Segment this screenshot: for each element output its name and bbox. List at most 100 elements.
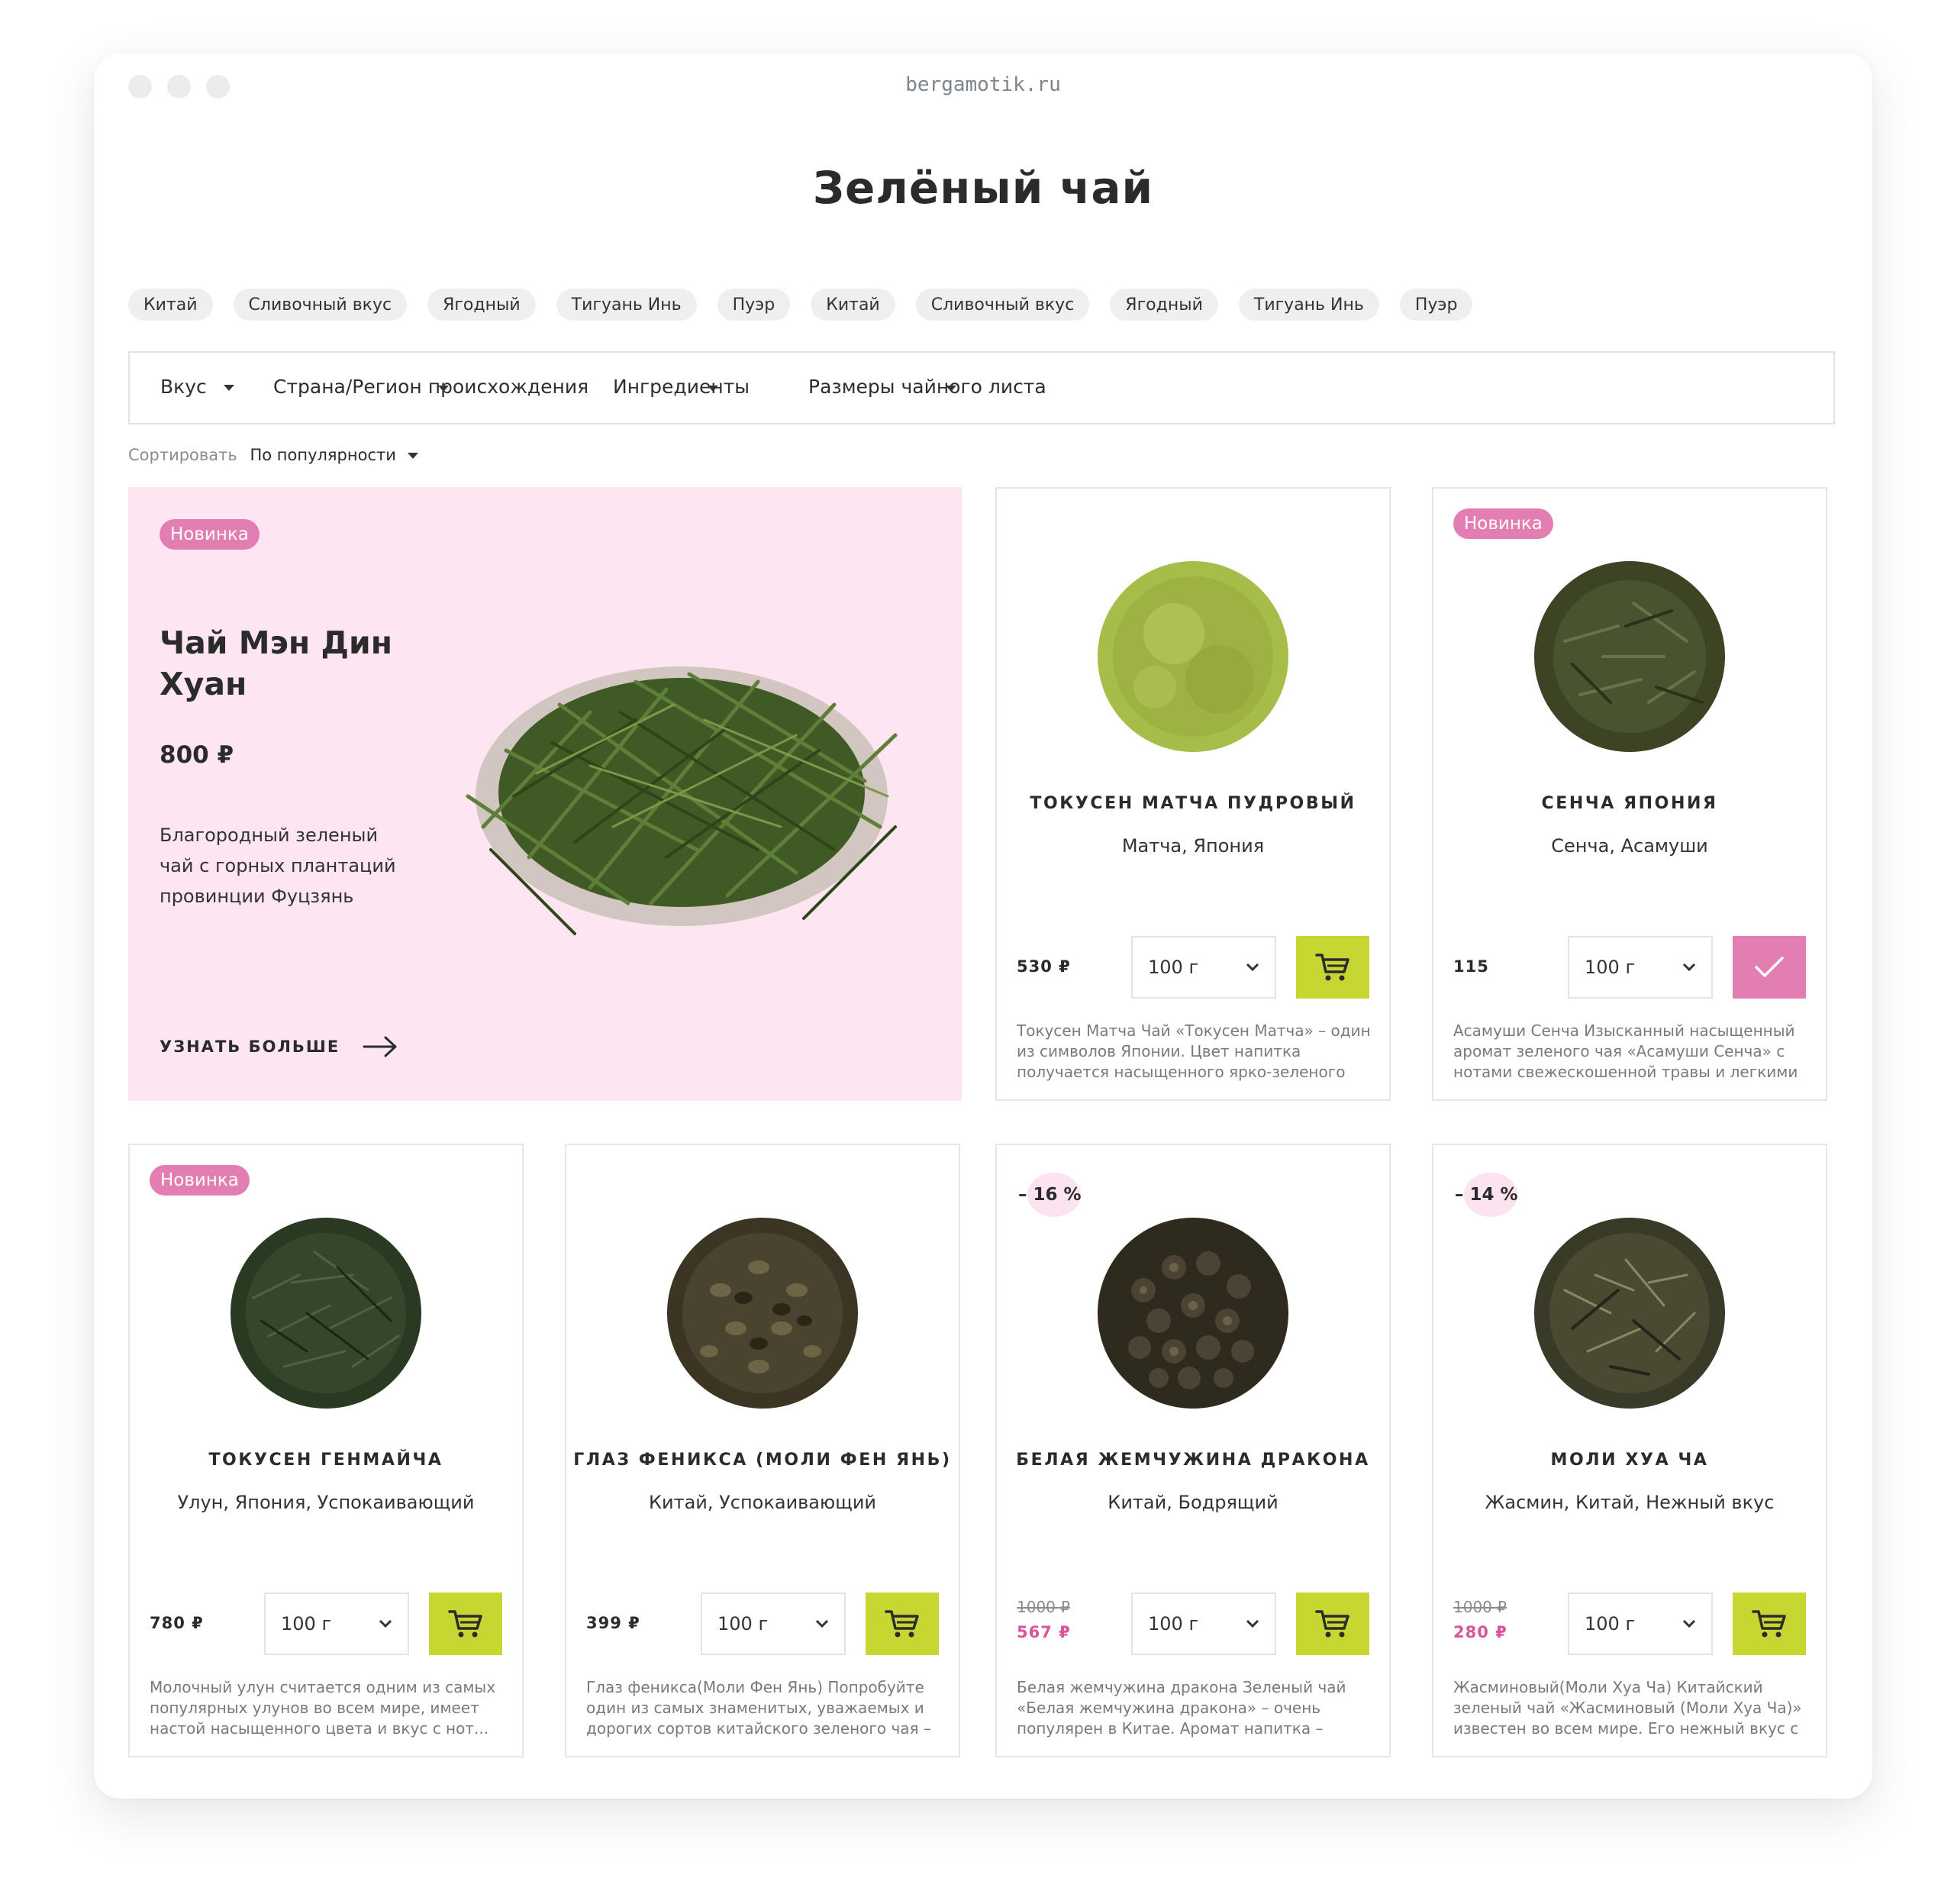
caret-down-icon	[223, 385, 234, 391]
filter-taste-dropdown[interactable]: Вкус	[160, 376, 234, 398]
tag-chip[interactable]: Тигуань Инь	[1238, 289, 1379, 321]
chevron-down-icon	[379, 1619, 392, 1628]
product-card[interactable]: ТОКУСЕН МАТЧА ПУДРОВЫЙ Матча, Япония 530…	[995, 487, 1391, 1101]
tag-chip[interactable]: Пуэр	[1399, 289, 1473, 321]
chevron-down-icon	[1682, 1619, 1696, 1628]
product-card[interactable]: – 14 % МОЛИ ХУА ЧА Жасмин, Китай, Нежный…	[1432, 1144, 1827, 1757]
matcha-powder-image	[1098, 561, 1288, 752]
caret-down-icon	[946, 386, 956, 392]
product-name: СЕНЧА ЯПОНИЯ	[1541, 794, 1718, 813]
tag-chip[interactable]: Ягодный	[427, 289, 536, 321]
genmaicha-leaves-image	[231, 1218, 421, 1409]
tag-chip[interactable]: Тигуань Инь	[556, 289, 697, 321]
chevron-down-icon	[815, 1619, 829, 1628]
product-subtitle: Китай, Бодрящий	[1108, 1492, 1278, 1513]
product-description: Токусен Матча Чай «Токусен Матча» – один…	[1017, 1021, 1371, 1081]
learn-more-label: УЗНАТЬ БОЛЬШЕ	[160, 1038, 340, 1056]
product-image-container	[997, 1206, 1389, 1428]
sale-price: 280 ₽	[1453, 1623, 1507, 1641]
quantity-select[interactable]: 100 г	[1131, 1593, 1276, 1655]
product-price: 530 ₽	[1017, 957, 1071, 976]
product-subtitle: Сенча, Асамуши	[1551, 835, 1708, 857]
tea-leaves-image	[466, 666, 898, 935]
checkmark-icon	[1755, 957, 1784, 977]
product-description: Белая жемчужина дракона Зеленый чай «Бел…	[1017, 1678, 1346, 1738]
add-to-cart-button[interactable]	[429, 1593, 502, 1655]
product-card[interactable]: Новинка СЕНЧА ЯПОНИЯ Сенча, Асамуши 115 …	[1432, 487, 1827, 1101]
quantity-value: 100 г	[1585, 957, 1636, 978]
new-badge: Новинка	[150, 1165, 250, 1196]
product-name: ГЛАЗ ФЕНИКСА (МОЛИ ФЕН ЯНЬ)	[573, 1451, 952, 1470]
sort-label: Сортировать	[128, 446, 237, 464]
add-to-cart-button[interactable]	[1296, 936, 1369, 999]
caret-down-icon	[708, 386, 718, 392]
dragon-pearl-tea-image	[1098, 1218, 1288, 1409]
featured-price: 800 ₽	[160, 741, 234, 769]
quantity-select[interactable]: 100 г	[264, 1593, 409, 1655]
tag-chip[interactable]: Ягодный	[1110, 289, 1218, 321]
featured-title: Чай Мэн Дин Хуан	[160, 624, 393, 702]
chevron-down-icon	[1682, 963, 1696, 972]
filter-ingredients-dropdown[interactable]: Ингредиенты	[613, 376, 750, 398]
tag-chip[interactable]: Сливочный вкус	[233, 289, 408, 321]
sort-control: Сортировать По популярности	[128, 446, 418, 464]
product-subtitle: Улун, Япония, Успокаивающий	[177, 1492, 475, 1513]
filter-leaf-size-label: Размеры чайного листа	[808, 376, 1046, 398]
tag-chip[interactable]: Китай	[128, 289, 213, 321]
quantity-value: 100 г	[1148, 1613, 1199, 1635]
featured-product-card[interactable]: Новинка Чай Мэн Дин Хуан 800 ₽ Благородн…	[128, 487, 962, 1101]
added-to-cart-button[interactable]	[1733, 936, 1806, 999]
product-subtitle: Жасмин, Китай, Нежный вкус	[1485, 1492, 1775, 1513]
filter-country-dropdown[interactable]: Страна/Регион происхождения	[273, 376, 588, 398]
product-price: 399 ₽	[586, 1614, 640, 1632]
cart-icon	[1315, 1610, 1349, 1638]
filter-leaf-size-dropdown[interactable]: Размеры чайного листа	[808, 376, 1046, 398]
product-card[interactable]: – 16 % БЕЛАЯ ЖЕМЧУЖИНА ДРАКОНА Китай, Бо…	[995, 1144, 1391, 1757]
product-image-container	[566, 1206, 959, 1428]
add-to-cart-button[interactable]	[866, 1593, 939, 1655]
discount-text: – 14 %	[1455, 1185, 1518, 1205]
product-name: БЕЛАЯ ЖЕМЧУЖИНА ДРАКОНА	[1016, 1451, 1370, 1470]
product-card[interactable]: ГЛАЗ ФЕНИКСА (МОЛИ ФЕН ЯНЬ) Китай, Успок…	[565, 1144, 960, 1757]
product-name: ТОКУСЕН МАТЧА ПУДРОВЫЙ	[1030, 794, 1356, 813]
product-subtitle: Китай, Успокаивающий	[648, 1492, 877, 1513]
quantity-select[interactable]: 100 г	[1568, 1593, 1713, 1655]
discount-text: – 16 %	[1018, 1185, 1082, 1205]
new-badge: Новинка	[160, 519, 260, 550]
product-description: Молочный улун считается одним из самых п…	[150, 1678, 496, 1738]
quantity-select[interactable]: 100 г	[701, 1593, 846, 1655]
product-name: МОЛИ ХУА ЧА	[1550, 1451, 1709, 1470]
address-bar-url[interactable]: bergamotik.ru	[94, 73, 1872, 96]
page-title: Зелёный чай	[812, 162, 1154, 214]
filter-country-label: Страна/Регион происхождения	[273, 376, 589, 398]
quantity-select[interactable]: 100 г	[1131, 936, 1276, 999]
cart-icon	[885, 1610, 919, 1638]
add-to-cart-button[interactable]	[1296, 1593, 1369, 1655]
chevron-down-icon	[1246, 1619, 1259, 1628]
product-description: Глаз феникса(Моли Фен Янь) Попробуйте од…	[586, 1678, 931, 1738]
phoenix-eye-tea-image	[667, 1218, 858, 1409]
learn-more-link[interactable]: УЗНАТЬ БОЛЬШЕ	[160, 1035, 398, 1058]
tag-chip[interactable]: Пуэр	[717, 289, 791, 321]
sale-price: 567 ₽	[1017, 1623, 1071, 1641]
product-image-container	[1433, 1206, 1826, 1428]
product-price: 780 ₽	[150, 1614, 204, 1632]
old-price: 1000 ₽	[1453, 1598, 1507, 1616]
cart-icon	[1752, 1610, 1786, 1638]
product-image-container	[997, 550, 1389, 771]
jasmine-tea-image	[1534, 1218, 1725, 1409]
sort-dropdown[interactable]: По популярности	[250, 446, 395, 464]
quantity-value: 100 г	[281, 1613, 332, 1635]
add-to-cart-button[interactable]	[1733, 1593, 1806, 1655]
arrow-right-icon	[363, 1036, 397, 1057]
filter-taste-label: Вкус	[160, 376, 207, 398]
tag-chip[interactable]: Китай	[811, 289, 895, 321]
cart-icon	[1315, 954, 1349, 981]
product-description: Асамуши Сенча Изысканный насыщенный аром…	[1453, 1021, 1798, 1081]
filter-bar: Вкус Страна/Регион происхождения Ингреди…	[128, 351, 1835, 424]
product-card[interactable]: Новинка ТОКУСЕН ГЕНМАЙЧА Улун, Япония, У…	[128, 1144, 524, 1757]
quantity-select[interactable]: 100 г	[1568, 936, 1713, 999]
tag-chip[interactable]: Сливочный вкус	[915, 289, 1090, 321]
new-badge: Новинка	[1453, 508, 1553, 539]
quantity-value: 100 г	[717, 1613, 769, 1635]
